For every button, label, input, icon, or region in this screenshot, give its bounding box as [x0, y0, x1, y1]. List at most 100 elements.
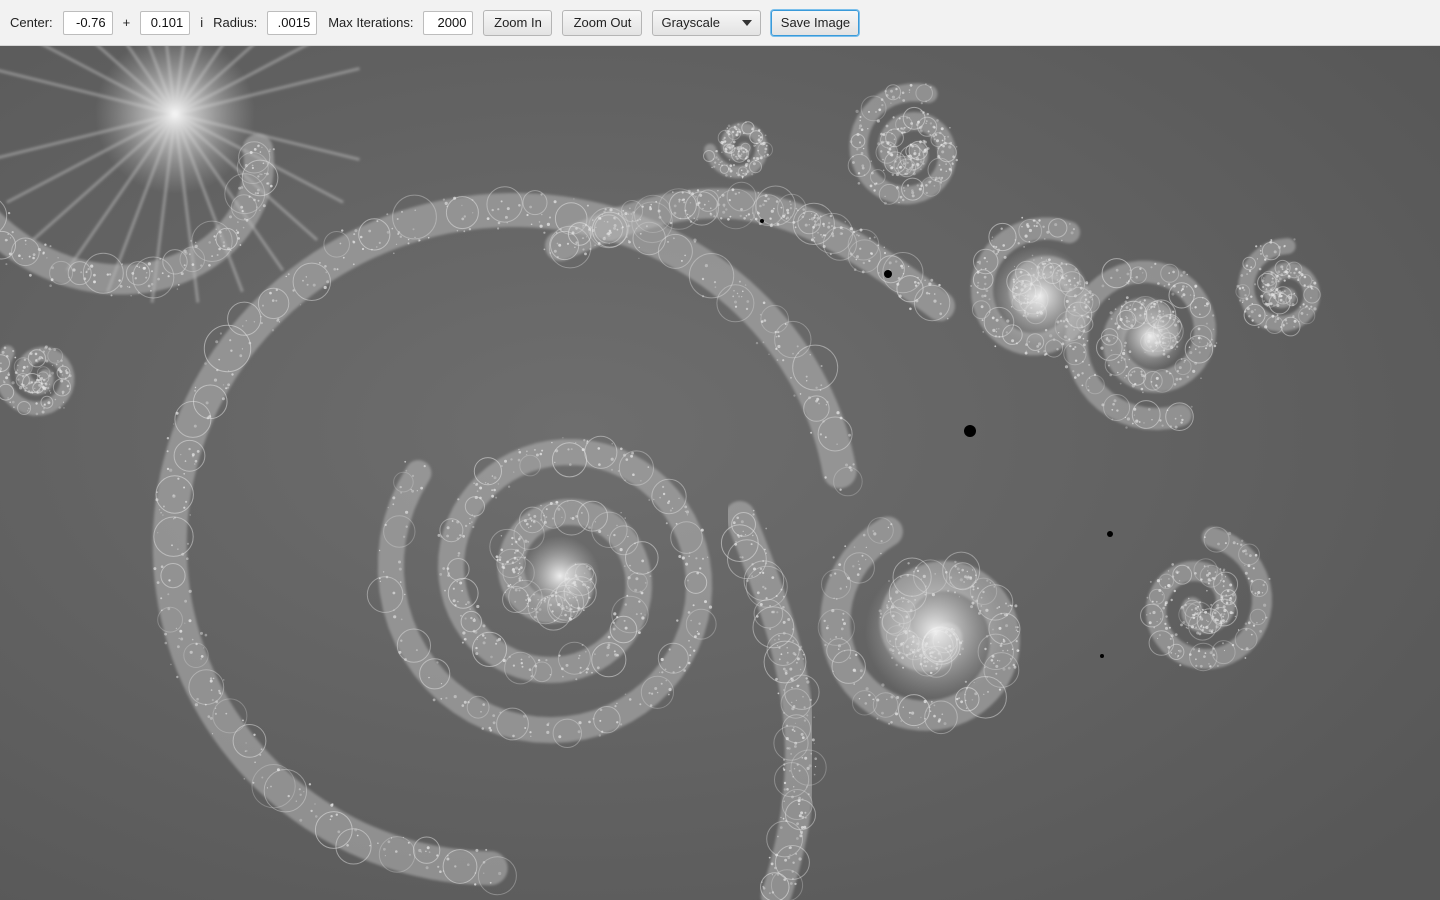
filament-speck — [446, 534, 449, 538]
filament-speck — [791, 707, 795, 711]
filament-speck — [1266, 283, 1270, 287]
max-iterations-input[interactable] — [423, 10, 474, 35]
filament-speck — [588, 720, 591, 724]
filament-speck — [1093, 373, 1097, 376]
filament-speck — [1297, 279, 1300, 281]
filament-speck — [1206, 342, 1208, 344]
filament-speck — [444, 589, 446, 592]
filament-speck — [474, 872, 477, 874]
filament-speck — [627, 576, 631, 580]
filament-speck — [778, 635, 780, 637]
filament-speck — [776, 611, 779, 614]
filament-speck — [774, 866, 777, 870]
filament-speck — [1134, 382, 1137, 386]
filament-speck — [920, 184, 923, 187]
zoom-out-button[interactable]: Zoom Out — [562, 9, 643, 36]
color-scheme-select[interactable]: Grayscale — [652, 9, 762, 36]
filament-speck — [777, 344, 781, 349]
filament-speck — [49, 392, 52, 394]
filament-speck — [442, 567, 446, 570]
zoom-in-button[interactable]: Zoom In — [483, 9, 553, 36]
filament-speck — [209, 677, 213, 680]
filament-speck — [1261, 592, 1264, 594]
filament-speck — [538, 221, 541, 223]
filament-speck — [1184, 359, 1186, 362]
filament-speck — [993, 586, 995, 588]
filament-speck — [599, 708, 603, 711]
filament-speck — [1182, 621, 1186, 624]
filament-speck — [1247, 564, 1251, 568]
filament-speck — [717, 203, 721, 207]
filament-speck — [1082, 337, 1085, 340]
filament-speck — [813, 240, 816, 243]
filament-speck — [1015, 342, 1018, 345]
filament-speck — [1168, 626, 1171, 629]
filament-speck — [240, 186, 244, 189]
filament-speck — [832, 556, 835, 559]
filament-speck — [613, 650, 616, 653]
filament-speck — [404, 460, 407, 463]
filament-speck — [1069, 223, 1071, 225]
filament-speck — [849, 140, 853, 143]
filament-speck — [533, 514, 537, 518]
filament-speck — [625, 458, 629, 461]
imag-unit-label: i — [200, 15, 204, 30]
filament-speck — [528, 668, 532, 671]
filament-speck — [1160, 618, 1162, 620]
filament-speck — [689, 220, 693, 223]
filament-speck — [131, 272, 135, 275]
filament-speck — [260, 321, 263, 325]
filament-speck — [157, 277, 160, 281]
filament-speck — [890, 102, 892, 104]
filament-speck — [911, 145, 914, 148]
filament-speck — [257, 199, 260, 202]
filament-speck — [794, 226, 797, 229]
filament-speck — [972, 569, 974, 571]
filament-speck — [755, 341, 759, 345]
filament-speck — [1259, 249, 1262, 252]
filament-speck — [586, 442, 588, 444]
filament-speck — [218, 358, 221, 361]
filament-speck — [804, 223, 808, 227]
filament-speck — [1024, 234, 1028, 238]
filament-speck — [1133, 407, 1137, 411]
filament-speck — [437, 533, 441, 537]
filament-speck — [778, 658, 781, 661]
filament-speck — [769, 605, 771, 607]
filament-speck — [183, 506, 186, 509]
filament-speck — [1226, 589, 1230, 593]
filament-speck — [110, 294, 113, 297]
filament-speck — [1237, 629, 1240, 631]
filament-speck — [518, 204, 521, 207]
filament-speck — [1177, 291, 1180, 293]
filament-speck — [1165, 626, 1168, 630]
filament-speck — [1216, 606, 1220, 610]
radius-label: Radius: — [213, 15, 258, 30]
filament-speck — [916, 184, 919, 187]
filament-speck — [752, 212, 754, 214]
center-real-input[interactable] — [62, 10, 113, 35]
filament-speck — [1295, 267, 1298, 270]
fractal-canvas[interactable] — [0, 46, 1440, 900]
filament-speck — [916, 120, 920, 124]
filament-speck — [58, 406, 61, 409]
filament-speck — [305, 276, 307, 278]
center-imag-input[interactable] — [140, 10, 191, 35]
filament-speck — [12, 400, 15, 404]
filament-speck — [598, 463, 601, 466]
filament-speck — [1154, 262, 1157, 265]
filament-speck — [791, 877, 794, 880]
filament-speck — [495, 496, 498, 499]
filament-speck — [518, 568, 521, 571]
filament-speck — [908, 117, 911, 119]
save-image-button[interactable]: Save Image — [771, 9, 860, 36]
filament-speck — [553, 200, 557, 204]
filament-speck — [628, 240, 630, 242]
filament-speck — [119, 284, 123, 288]
filament-speck — [678, 497, 680, 499]
filament-speck — [166, 437, 170, 440]
filament-speck — [400, 618, 403, 621]
radius-input[interactable] — [267, 10, 318, 35]
filament-speck — [887, 151, 891, 155]
filament-speck — [796, 644, 798, 646]
